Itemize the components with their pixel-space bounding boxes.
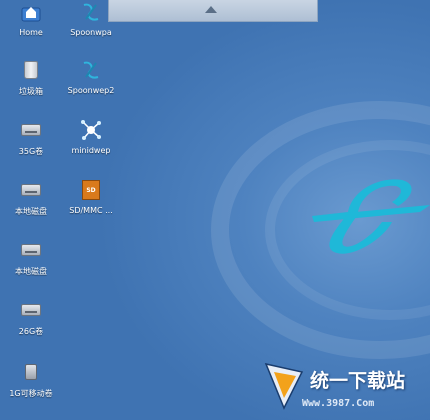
watermark-logo-icon [264,362,304,410]
desktop-icon-26g-volume[interactable]: 26G卷 [0,298,62,337]
collapse-arrow-icon[interactable] [205,6,217,13]
usb-drive-icon [19,360,43,384]
site-watermark: 统一下载站 Www.3987.Com [262,358,430,420]
icon-label: Spoonwpa [70,28,112,37]
sd-card-icon: SD [79,178,103,202]
icon-label: 26G卷 [18,327,44,336]
desktop-icon-home[interactable]: Home [0,0,62,37]
spoon-app-icon [79,0,103,24]
drive-icon [19,178,43,202]
watermark-url: Www.3987.Com [302,398,375,409]
icon-label: Spoonwep2 [67,86,115,95]
desktop-icon-trash[interactable]: 垃圾箱 [0,58,62,97]
drive-icon [19,118,43,142]
icon-label: 垃圾箱 [19,87,43,96]
desktop-icon-sd-mmc[interactable]: SD SD/MMC ... [60,178,122,215]
desktop-icon-1g-removable[interactable]: 1G可移动卷 [0,360,62,399]
desktop-icon-spoonwpa[interactable]: Spoonwpa [60,0,122,37]
home-folder-icon [19,0,43,24]
drive-icon [19,238,43,262]
desktop-icon-local-disk-1[interactable]: 本地磁盘 [0,178,62,217]
icon-label: 本地磁盘 [15,207,47,216]
network-app-icon [79,118,103,142]
desktop: Home 垃圾箱 35G卷 本地磁盘 本地磁盘 26G卷 1G可移动卷 Spoo… [0,0,430,420]
desktop-icon-local-disk-2[interactable]: 本地磁盘 [0,238,62,277]
wallpaper-logo [312,179,430,254]
icon-label: minidwep [71,146,111,155]
icon-label: SD/MMC ... [69,206,113,215]
icon-label: 本地磁盘 [15,267,47,276]
icon-label: Home [19,28,43,37]
top-panel[interactable] [108,0,318,22]
icon-label: 1G可移动卷 [9,389,53,398]
spoon-app-icon [79,58,103,82]
desktop-icon-35g-volume[interactable]: 35G卷 [0,118,62,157]
desktop-icon-spoonwep2[interactable]: Spoonwep2 [60,58,122,95]
trash-icon [19,58,43,82]
icon-label: 35G卷 [18,147,44,156]
drive-icon [19,298,43,322]
desktop-icon-minidwep[interactable]: minidwep [60,118,122,155]
watermark-title: 统一下载站 [310,370,406,392]
